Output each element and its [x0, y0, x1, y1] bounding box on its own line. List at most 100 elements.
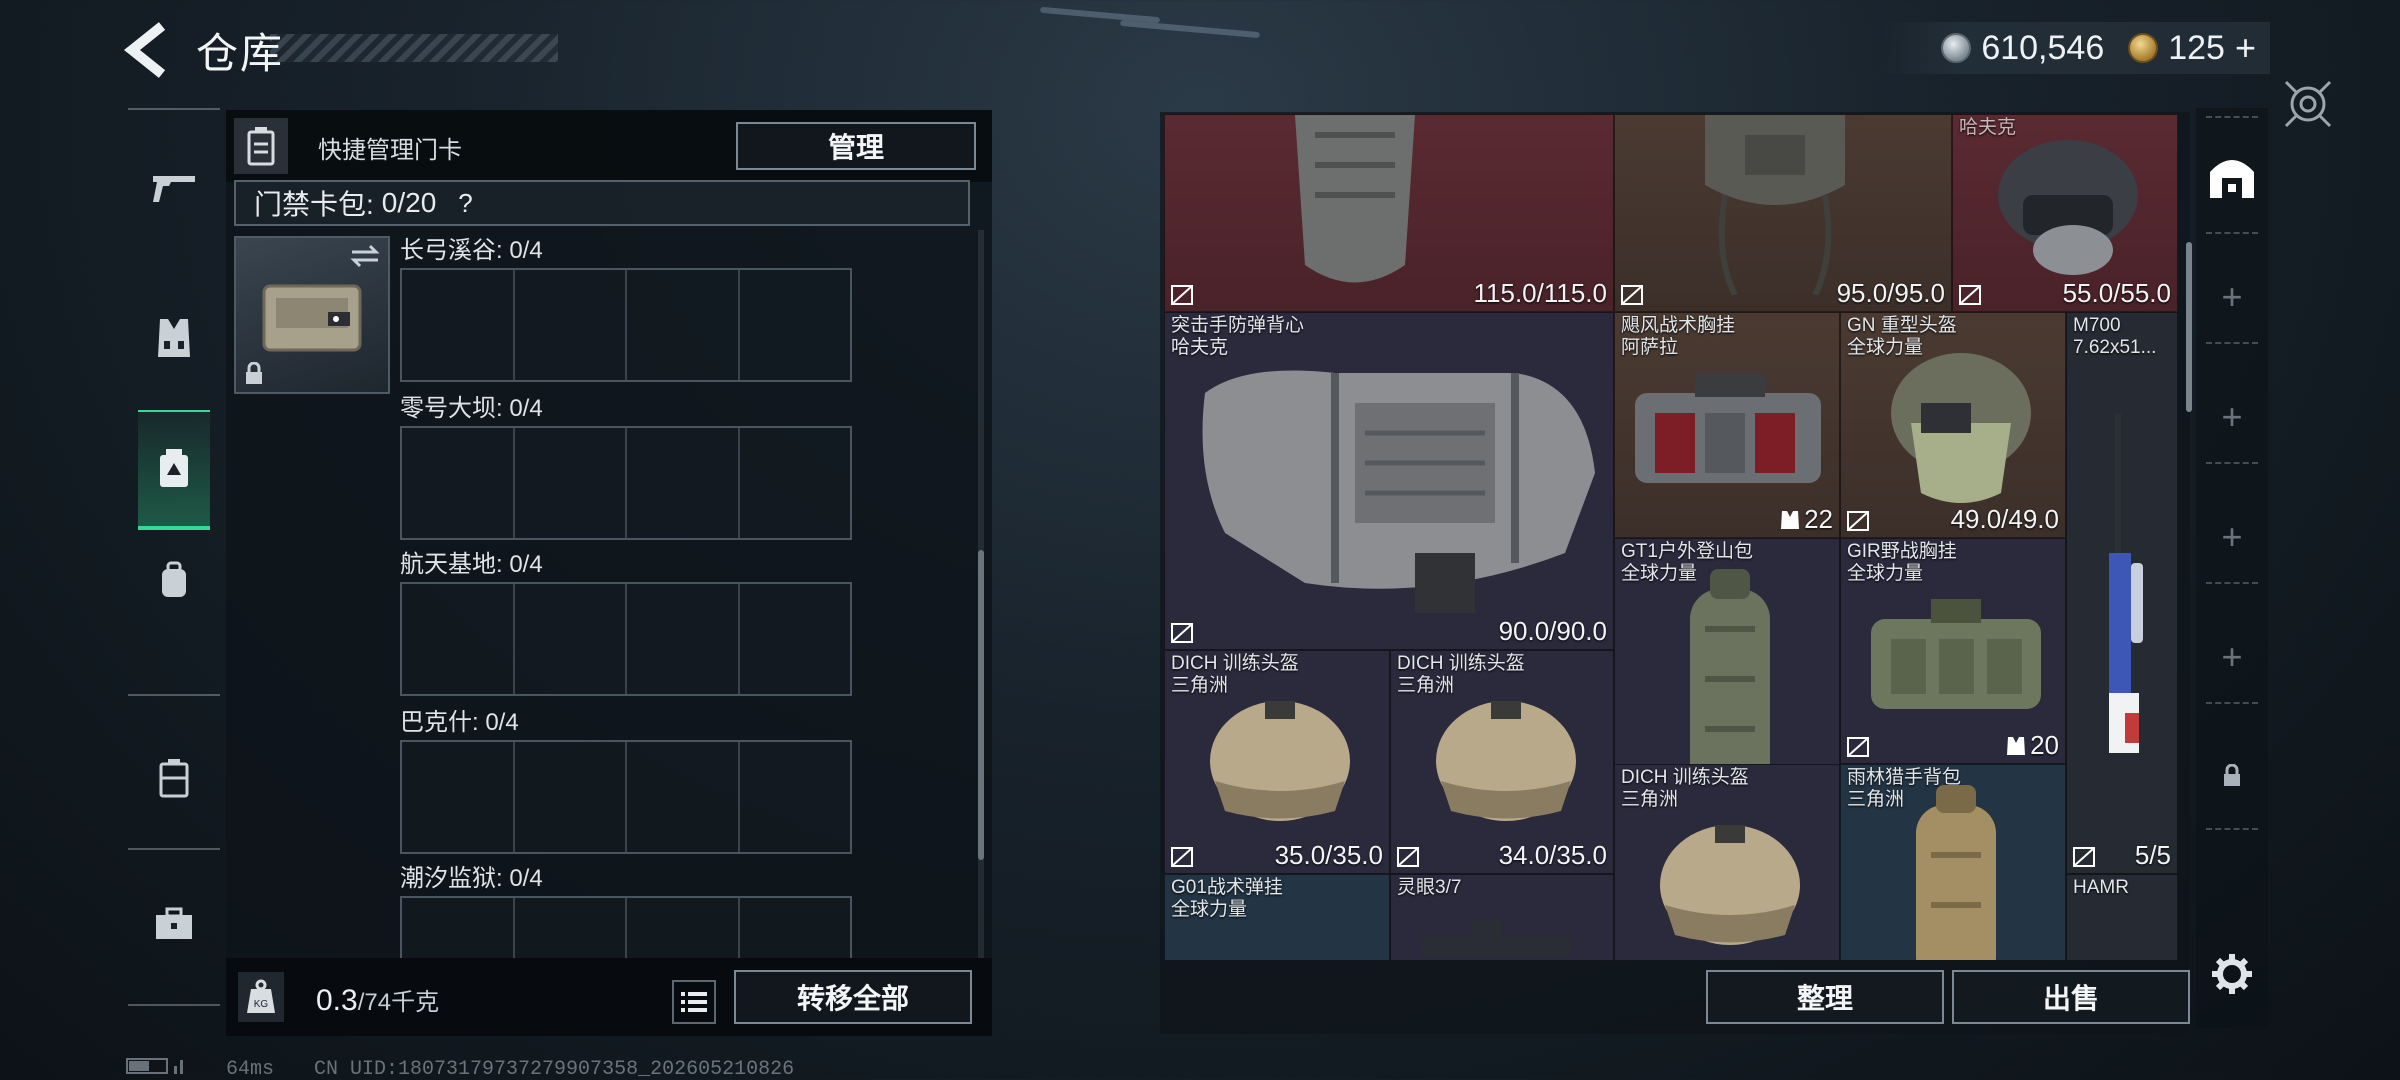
stash-tab-main[interactable]: [2206, 150, 2258, 202]
scrollbar[interactable]: [978, 550, 984, 860]
manage-button[interactable]: 管理: [736, 122, 976, 170]
keycard-slot[interactable]: [740, 428, 851, 538]
vest-small-icon: [1781, 510, 1800, 529]
transfer-all-button[interactable]: 转移全部: [734, 970, 972, 1024]
status-bar: 64ms CN UID:18073179737279907358_2026052…: [126, 1056, 794, 1080]
keycard-slot[interactable]: [515, 898, 627, 958]
tab-divider: [2206, 828, 2258, 830]
item-chest-rig-1[interactable]: 95.0/95.0: [1614, 114, 1952, 312]
item-m700-rifle[interactable]: M700 7.62x51... 5/5: [2066, 312, 2178, 874]
lock-icon: [246, 362, 262, 384]
item-durability: 115.0/115.0: [1473, 278, 1608, 308]
keycard-slot[interactable]: [515, 428, 627, 538]
keycard-panel-header: 快捷管理门卡 管理: [226, 110, 992, 182]
stash-settings-button[interactable]: [2210, 952, 2254, 996]
keycard-slot[interactable]: [740, 270, 851, 380]
item-dich-helmet-2[interactable]: DICH 训练头盔 三角洲 34.0/35.0: [1390, 650, 1614, 874]
item-name: 飓风战术胸挂 阿萨拉: [1621, 315, 1736, 358]
target-settings-button[interactable]: [2282, 78, 2334, 130]
nav-backpacks[interactable]: [138, 520, 210, 640]
item-assault-vest[interactable]: 突击手防弹背心 哈夫克 90.0/90.0: [1164, 312, 1614, 650]
add-stash-tab-button[interactable]: +: [2196, 636, 2268, 678]
item-name: GIR野战胸挂 全球力量: [1847, 541, 1957, 584]
keycard-slot[interactable]: [402, 898, 515, 958]
item-hurricane-rig[interactable]: 飓风战术胸挂 阿萨拉 22: [1614, 312, 1840, 538]
back-arrow-icon: [123, 22, 166, 78]
nav-weapons[interactable]: [138, 128, 210, 248]
keycard-slot[interactable]: [740, 584, 851, 694]
silver-coin-icon: [1941, 33, 1972, 63]
keycard-slot[interactable]: [515, 584, 627, 694]
stash-scrollbar[interactable]: [2186, 242, 2192, 412]
keycard-panel: 快捷管理门卡 管理 门禁卡包: 0/20 ? 长弓溪谷: 0/4 零号大坝: 0…: [226, 110, 992, 1036]
keycard-slot[interactable]: [740, 898, 851, 958]
gear-icon: [2212, 954, 2252, 994]
training-helmet-image: [1436, 701, 1576, 821]
keycard-slot[interactable]: [515, 742, 627, 852]
gold-amount: 125: [2168, 28, 2225, 67]
add-stash-tab-button[interactable]: +: [2196, 396, 2268, 438]
item-count: 20: [2006, 730, 2059, 761]
swap-icon[interactable]: [350, 244, 380, 268]
add-currency-button[interactable]: +: [2235, 27, 2256, 69]
training-helmet-image: [1660, 825, 1800, 945]
item-armor-vest-1[interactable]: 115.0/115.0: [1164, 114, 1614, 312]
stash-home-icon: [2210, 160, 2254, 198]
keycard-bag-slot[interactable]: [234, 236, 390, 394]
weight-readout: 0.3/74千克: [316, 982, 439, 1018]
item-count: 22: [1780, 504, 1833, 535]
region-slots-changgong: [400, 268, 852, 382]
stash-tabs: + + + +: [2196, 108, 2268, 1028]
add-stash-tab-button[interactable]: +: [2196, 516, 2268, 558]
item-rainforest-backpack[interactable]: 雨林猎手背包 三角洲: [1840, 764, 2066, 960]
help-button[interactable]: ?: [458, 188, 472, 219]
scope-image: [1421, 919, 1571, 957]
sort-button[interactable]: 整理: [1706, 970, 1944, 1024]
nav-keycards[interactable]: [138, 410, 210, 530]
item-name: G01战术弹挂 全球力量: [1171, 877, 1283, 920]
no-repair-icon: [2073, 847, 2095, 867]
keycard-slot[interactable]: [627, 270, 740, 380]
item-lingyan-scope[interactable]: 灵眼3/7: [1390, 874, 1614, 960]
locked-tab[interactable]: [2222, 763, 2242, 788]
region-label-bakesh: 巴克什: 0/4: [400, 709, 519, 736]
keycard-slot[interactable]: [627, 428, 740, 538]
nav-containers[interactable]: [138, 718, 210, 838]
item-gir-rig[interactable]: GIR野战胸挂 全球力量 20: [1840, 538, 2066, 764]
keycard-slot[interactable]: [402, 428, 515, 538]
item-dich-helmet-3[interactable]: DICH 训练头盔 三角洲: [1614, 764, 1840, 960]
nav-divider: [128, 1004, 220, 1006]
keycard-slot[interactable]: [627, 584, 740, 694]
page-title: 仓库: [196, 30, 285, 77]
chest-rig-image: [1705, 115, 1845, 295]
keycard-slot[interactable]: [402, 742, 515, 852]
tab-divider: [2206, 462, 2258, 464]
no-repair-icon: [1171, 623, 1193, 643]
item-helmet-haavk[interactable]: 哈夫克 55.0/55.0: [1952, 114, 2178, 312]
keycard-slot[interactable]: [402, 270, 515, 380]
keycard-slot[interactable]: [515, 270, 627, 380]
region-slots-bakesh: [400, 740, 852, 854]
item-dich-helmet-1[interactable]: DICH 训练头盔 三角洲 35.0/35.0: [1164, 650, 1390, 874]
helmet-image: [1998, 140, 2138, 275]
nav-divider: [128, 848, 220, 850]
item-g01-rig[interactable]: G01战术弹挂 全球力量: [1164, 874, 1390, 960]
keycard-slot[interactable]: [740, 742, 851, 852]
item-gn-helmet[interactable]: GN 重型头盔 全球力量 49.0/49.0: [1840, 312, 2066, 538]
title-decoration: [270, 34, 558, 62]
nav-armor[interactable]: [138, 278, 210, 398]
list-view-button[interactable]: [672, 980, 716, 1024]
item-durability: 90.0/90.0: [1498, 616, 1607, 646]
keycard-panel-footer: KG 0.3/74千克 转移全部: [226, 958, 992, 1036]
backpack-icon: [162, 561, 186, 597]
item-hamr-scope[interactable]: HAMR: [2066, 874, 2178, 960]
add-stash-tab-button[interactable]: +: [2196, 276, 2268, 318]
keycard-slot[interactable]: [627, 898, 740, 958]
back-button[interactable]: [123, 22, 174, 78]
region-label-space-base: 航天基地: 0/4: [400, 551, 543, 578]
keycard-slot[interactable]: [402, 584, 515, 694]
keycard-slot[interactable]: [627, 742, 740, 852]
nav-toolbox[interactable]: [138, 864, 210, 984]
sell-button[interactable]: 出售: [1952, 970, 2190, 1024]
item-durability: 49.0/49.0: [1950, 504, 2059, 534]
